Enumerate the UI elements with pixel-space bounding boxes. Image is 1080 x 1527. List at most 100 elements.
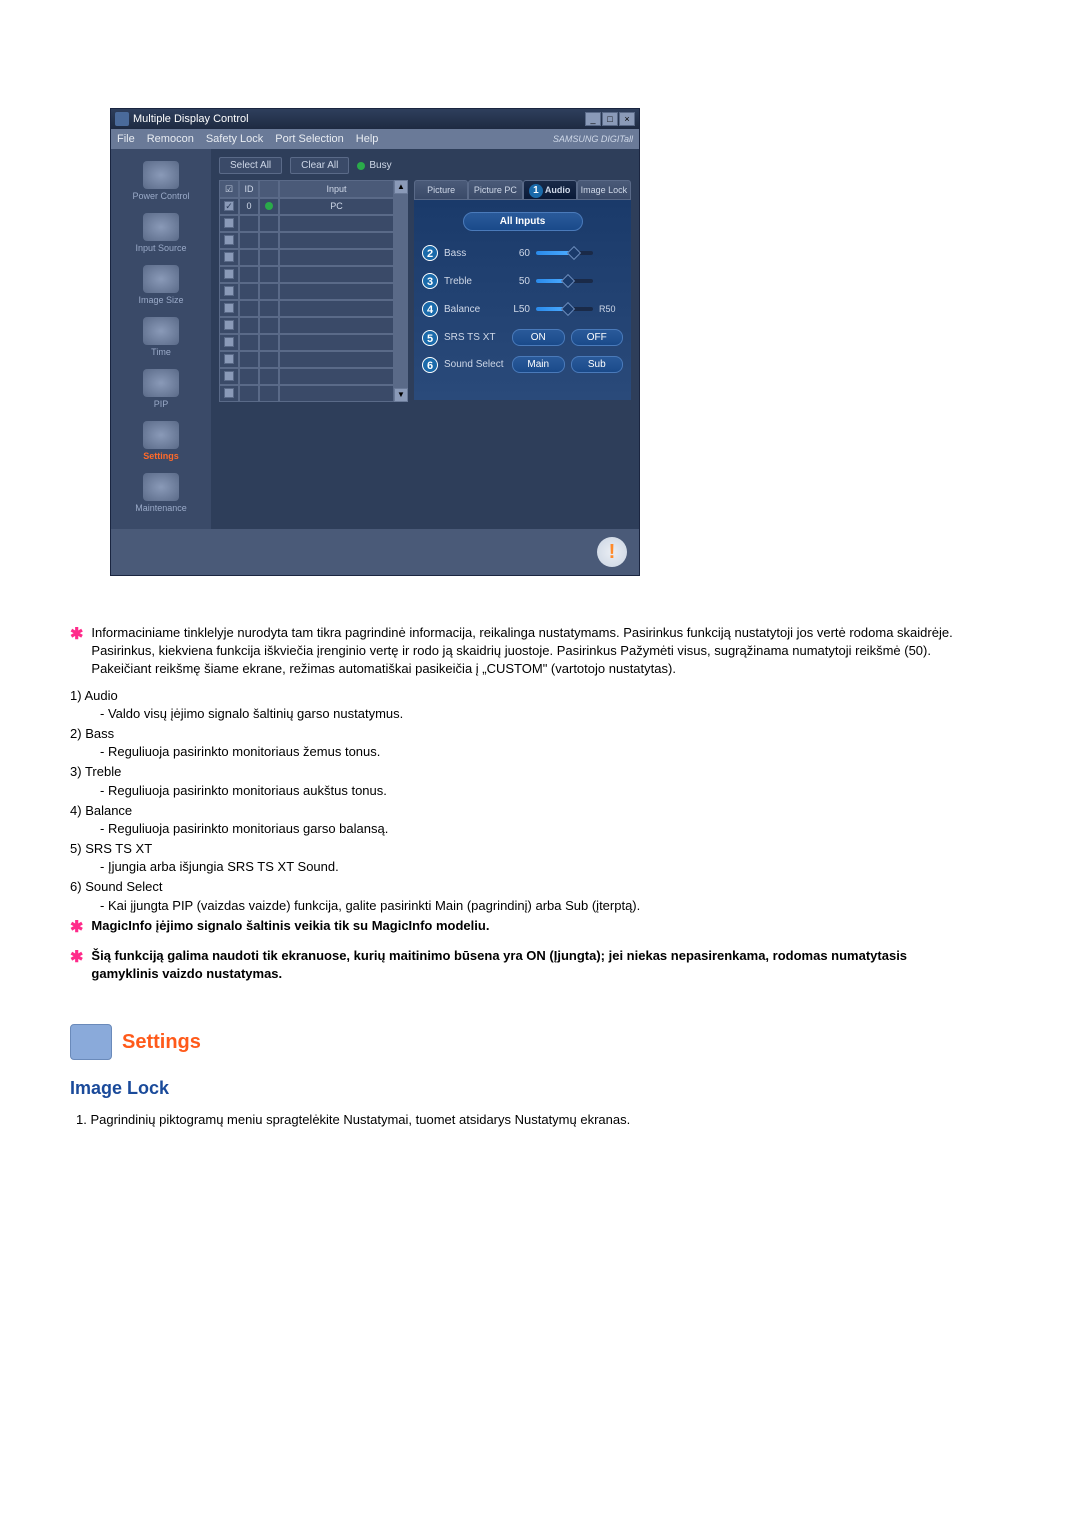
sound-select-row: 6 Sound Select Main Sub xyxy=(422,356,623,373)
minimize-button[interactable]: _ xyxy=(585,112,601,126)
row-checkbox[interactable] xyxy=(219,351,239,368)
treble-slider[interactable] xyxy=(536,279,593,283)
time-icon xyxy=(143,317,179,345)
table-row[interactable] xyxy=(219,283,394,300)
image-size-icon xyxy=(143,265,179,293)
sound-select-main-button[interactable]: Main xyxy=(512,356,565,373)
busy-indicator: Busy xyxy=(357,160,391,171)
item-num: 4) xyxy=(70,803,82,818)
table-row[interactable] xyxy=(219,215,394,232)
row-checkbox[interactable] xyxy=(219,249,239,266)
row-checkbox[interactable] xyxy=(219,334,239,351)
balance-label: Balance xyxy=(444,304,496,315)
sidebar-item-label: Power Control xyxy=(132,191,189,201)
note-text: MagicInfo įėjimo signalo šaltinis veikia… xyxy=(91,917,489,939)
sidebar-item-time[interactable]: Time xyxy=(111,313,211,365)
row-checkbox[interactable] xyxy=(219,317,239,334)
tab-picture[interactable]: Picture xyxy=(414,180,468,200)
menu-safety-lock[interactable]: Safety Lock xyxy=(206,133,263,145)
row-input: PC xyxy=(279,198,394,215)
audio-panel: All Inputs 2 Bass 60 3 Treble 50 xyxy=(414,200,631,400)
tab-image-lock[interactable]: Image Lock xyxy=(577,180,631,200)
treble-value: 50 xyxy=(502,276,530,287)
sound-select-sub-button[interactable]: Sub xyxy=(571,356,624,373)
scroll-down-icon[interactable]: ▼ xyxy=(394,388,408,402)
tab-audio-label: Audio xyxy=(545,185,571,195)
power-on-note: ✱ Šią funkciją galima naudoti tik ekranu… xyxy=(70,947,960,983)
item-title: Treble xyxy=(85,764,121,779)
row-checkbox[interactable] xyxy=(219,385,239,402)
menu-remocon[interactable]: Remocon xyxy=(147,133,194,145)
main-panel: Select All Clear All Busy ☑ ID Input 0 xyxy=(211,149,639,529)
menu-port-selection[interactable]: Port Selection xyxy=(275,133,343,145)
scrollbar[interactable]: ▲ ▼ xyxy=(394,180,408,402)
power-control-icon xyxy=(143,161,179,189)
tab-audio[interactable]: 1Audio xyxy=(523,180,577,200)
table-row[interactable] xyxy=(219,266,394,283)
menu-file[interactable]: File xyxy=(117,133,135,145)
bass-slider[interactable] xyxy=(536,251,593,255)
sidebar-item-label: Maintenance xyxy=(135,503,187,513)
row-checkbox[interactable] xyxy=(219,368,239,385)
sidebar-item-input-source[interactable]: Input Source xyxy=(111,209,211,261)
table-row[interactable]: 0 PC xyxy=(219,198,394,215)
sidebar-item-settings[interactable]: Settings xyxy=(111,417,211,469)
sidebar-item-maintenance[interactable]: Maintenance xyxy=(111,469,211,521)
scroll-up-icon[interactable]: ▲ xyxy=(394,180,408,194)
item-title: Balance xyxy=(85,803,132,818)
sidebar-item-power-control[interactable]: Power Control xyxy=(111,157,211,209)
row-checkbox[interactable] xyxy=(219,283,239,300)
select-all-button[interactable]: Select All xyxy=(219,157,282,174)
toolbar: Select All Clear All Busy xyxy=(219,157,631,174)
row-id: 0 xyxy=(239,198,259,215)
callout-number: 4 xyxy=(422,301,438,317)
all-inputs-button[interactable]: All Inputs xyxy=(463,212,583,231)
maximize-button[interactable]: □ xyxy=(602,112,618,126)
table-row[interactable] xyxy=(219,232,394,249)
table-row[interactable] xyxy=(219,334,394,351)
clear-all-button[interactable]: Clear All xyxy=(290,157,349,174)
intro-text: Informaciniame tinklelyje nurodyta tam t… xyxy=(91,624,960,679)
brand-label: SAMSUNG DIGITall xyxy=(553,134,633,144)
item-title: Audio xyxy=(84,688,117,703)
step-num: 1. xyxy=(76,1112,87,1127)
tab-picture-pc[interactable]: Picture PC xyxy=(468,180,522,200)
busy-label: Busy xyxy=(369,160,391,171)
star-icon: ✱ xyxy=(70,947,83,983)
list-item: 1) Audio Valdo visų įėjimo signalo šalti… xyxy=(70,687,960,723)
item-title: Bass xyxy=(85,726,114,741)
row-checkbox[interactable] xyxy=(219,215,239,232)
srs-off-button[interactable]: OFF xyxy=(571,329,624,346)
table-row[interactable] xyxy=(219,368,394,385)
sidebar-item-image-size[interactable]: Image Size xyxy=(111,261,211,313)
row-checkbox[interactable] xyxy=(219,198,239,215)
balance-slider[interactable] xyxy=(536,307,593,311)
menu-help[interactable]: Help xyxy=(356,133,379,145)
table-row[interactable] xyxy=(219,300,394,317)
row-checkbox[interactable] xyxy=(219,300,239,317)
menu-bar: File Remocon Safety Lock Port Selection … xyxy=(111,129,639,149)
info-icon: ! xyxy=(597,537,627,567)
table-row[interactable] xyxy=(219,317,394,334)
table-row[interactable] xyxy=(219,351,394,368)
treble-label: Treble xyxy=(444,276,496,287)
srs-on-button[interactable]: ON xyxy=(512,329,565,346)
item-num: 1) xyxy=(70,688,82,703)
item-title: Sound Select xyxy=(85,879,162,894)
sidebar-item-pip[interactable]: PIP xyxy=(111,365,211,417)
row-status xyxy=(259,198,279,215)
balance-value-left: L50 xyxy=(502,304,530,315)
table-row[interactable] xyxy=(219,249,394,266)
table-row[interactable] xyxy=(219,385,394,402)
callout-number: 3 xyxy=(422,273,438,289)
settings-icon xyxy=(143,421,179,449)
sidebar-item-label: PIP xyxy=(154,399,169,409)
close-button[interactable]: × xyxy=(619,112,635,126)
row-checkbox[interactable] xyxy=(219,232,239,249)
item-num: 5) xyxy=(70,841,82,856)
status-bar: ! xyxy=(111,529,639,575)
row-checkbox[interactable] xyxy=(219,266,239,283)
pip-icon xyxy=(143,369,179,397)
list-item: 5) SRS TS XT Įjungia arba išjungia SRS T… xyxy=(70,840,960,876)
balance-value-right: R50 xyxy=(599,304,623,314)
